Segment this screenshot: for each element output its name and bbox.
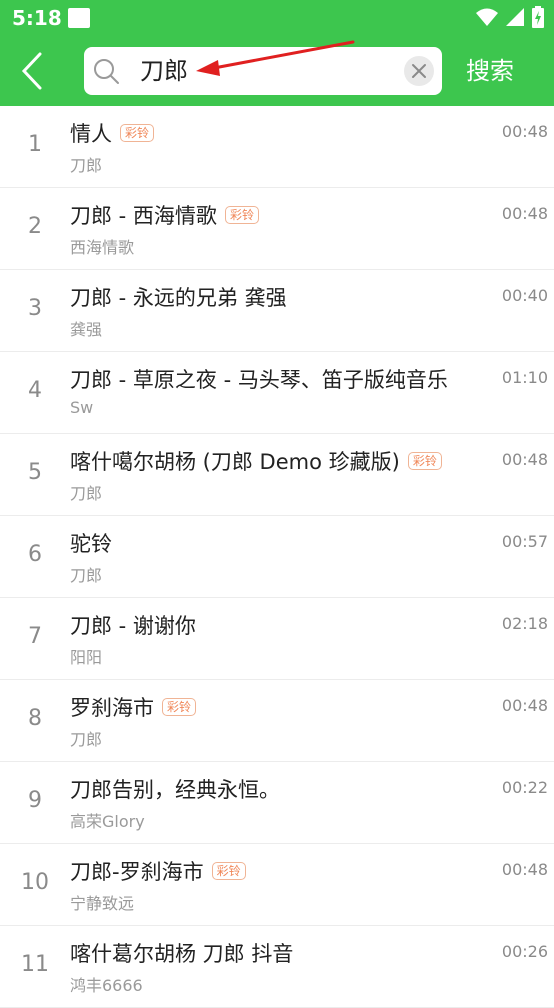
song-artist: 龚强	[70, 320, 103, 339]
search-button[interactable]: 搜索	[466, 56, 514, 86]
status-icons	[476, 6, 544, 28]
song-index: 2	[28, 214, 42, 239]
song-index: 9	[28, 788, 42, 813]
song-row[interactable]: 9 刀郎告别，经典永恒。 高荣Glory 00:22	[0, 762, 554, 844]
search-input[interactable]: 刀郎	[140, 56, 188, 86]
song-artist: 刀郎	[70, 484, 103, 503]
song-duration: 00:57	[501, 532, 548, 551]
song-artist: 宁静致远	[70, 894, 135, 913]
song-row[interactable]: 2 刀郎 - 西海情歌 彩铃 西海情歌 00:48	[0, 188, 554, 270]
back-button[interactable]	[14, 48, 50, 94]
song-artist: 鸿丰6666	[70, 976, 143, 995]
ringtone-badge[interactable]: 彩铃	[407, 452, 442, 470]
song-row[interactable]: 7 刀郎 - 谢谢你 阳阳 02:18	[0, 598, 554, 680]
song-title: 刀郎 - 谢谢你	[70, 614, 196, 638]
song-row[interactable]: 6 驼铃 刀郎 00:57	[0, 516, 554, 598]
status-bar: 5:18	[0, 0, 554, 36]
song-duration: 00:48	[501, 450, 548, 469]
song-row[interactable]: 10 刀郎-罗刹海市 彩铃 宁静致远 00:48	[0, 844, 554, 926]
song-artist: Sw	[70, 398, 94, 417]
song-index: 6	[28, 542, 42, 567]
notification-icon	[68, 8, 90, 28]
song-row[interactable]: 1 情人 彩铃 刀郎 00:48	[0, 106, 554, 188]
song-duration: 00:22	[501, 778, 548, 797]
song-title: 刀郎-罗刹海市	[70, 860, 204, 884]
ringtone-badge[interactable]: 彩铃	[162, 698, 197, 716]
song-title: 刀郎 - 草原之夜 - 马头琴、笛子版纯音乐	[70, 368, 448, 392]
song-duration: 00:48	[501, 204, 548, 223]
song-index: 8	[28, 706, 42, 731]
song-title: 喀什噶尔胡杨 (刀郎 Demo 珍藏版)	[70, 450, 400, 474]
song-row[interactable]: 11 喀什葛尔胡杨 刀郎 抖音 鸿丰6666 00:26	[0, 926, 554, 1008]
song-artist: 刀郎	[70, 156, 103, 175]
search-toolbar: 刀郎 搜索	[0, 36, 554, 106]
search-field[interactable]: 刀郎	[84, 47, 442, 95]
song-title: 罗刹海市	[70, 696, 154, 720]
song-title: 喀什葛尔胡杨 刀郎 抖音	[70, 942, 294, 966]
battery-icon	[532, 6, 544, 28]
chevron-left-icon	[21, 52, 42, 90]
song-index: 4	[28, 378, 42, 403]
song-duration: 00:26	[501, 942, 548, 961]
song-results-list: 1 情人 彩铃 刀郎 00:48 2 刀郎 - 西海情歌 彩铃 西海情歌 00:48…	[0, 106, 554, 1008]
song-artist: 西海情歌	[70, 238, 135, 257]
song-artist: 高荣Glory	[70, 812, 145, 831]
ringtone-badge[interactable]: 彩铃	[120, 124, 155, 142]
song-title: 情人	[70, 122, 112, 146]
song-duration: 00:48	[501, 860, 548, 879]
close-icon	[412, 64, 426, 78]
song-artist: 阳阳	[70, 648, 103, 667]
song-title: 刀郎 - 永远的兄弟 龚强	[70, 286, 287, 310]
song-duration: 00:48	[501, 122, 548, 141]
song-duration: 02:18	[501, 614, 548, 633]
song-title: 刀郎告别，经典永恒。	[70, 778, 280, 802]
song-row[interactable]: 3 刀郎 - 永远的兄弟 龚强 龚强 00:40	[0, 270, 554, 352]
song-duration: 00:40	[501, 286, 548, 305]
song-row[interactable]: 5 喀什噶尔胡杨 (刀郎 Demo 珍藏版) 彩铃 刀郎 00:48	[0, 434, 554, 516]
song-index: 5	[28, 460, 42, 485]
song-index: 7	[28, 624, 42, 649]
clear-search-button[interactable]	[404, 56, 434, 86]
status-time: 5:18	[12, 6, 62, 30]
song-duration: 01:10	[501, 368, 548, 387]
song-title: 驼铃	[70, 532, 112, 556]
wifi-icon	[476, 8, 498, 26]
song-title: 刀郎 - 西海情歌	[70, 204, 217, 228]
song-index: 11	[21, 952, 49, 977]
song-row[interactable]: 4 刀郎 - 草原之夜 - 马头琴、笛子版纯音乐 Sw 01:10	[0, 352, 554, 434]
song-index: 10	[21, 870, 49, 895]
song-row[interactable]: 8 罗刹海市 彩铃 刀郎 00:48	[0, 680, 554, 762]
song-index: 1	[28, 132, 42, 157]
ringtone-badge[interactable]: 彩铃	[211, 862, 246, 880]
song-artist: 刀郎	[70, 730, 103, 749]
ringtone-badge[interactable]: 彩铃	[224, 206, 259, 224]
signal-icon	[506, 8, 524, 26]
song-index: 3	[28, 296, 42, 321]
song-artist: 刀郎	[70, 566, 103, 585]
search-icon	[94, 59, 119, 84]
song-duration: 00:48	[501, 696, 548, 715]
